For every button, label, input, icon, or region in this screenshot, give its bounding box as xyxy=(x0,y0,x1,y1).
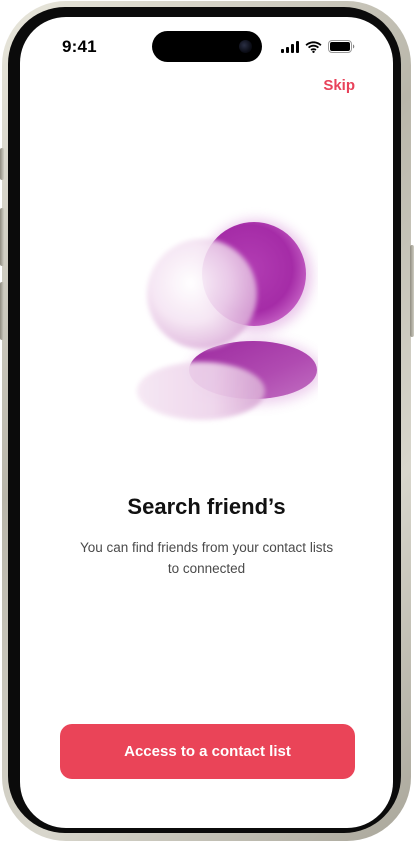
front-camera-icon xyxy=(239,40,252,53)
volume-down-button xyxy=(0,282,4,340)
onboarding-description: You can find friends from your contact l… xyxy=(60,537,353,579)
action-button xyxy=(0,148,4,180)
access-contact-list-button[interactable]: Access to a contact list xyxy=(60,724,355,779)
onboarding-illustration xyxy=(137,220,318,420)
onboarding-title: Search friend’s xyxy=(127,494,286,519)
power-button xyxy=(410,245,414,337)
battery-icon xyxy=(328,40,355,53)
status-icons xyxy=(281,40,355,53)
volume-up-button xyxy=(0,208,4,266)
light-sphere xyxy=(147,239,257,349)
app-screen: 9:41 Skip Search friend’s You can find f… xyxy=(20,17,393,828)
cellular-signal-icon xyxy=(281,40,299,53)
status-time: 9:41 xyxy=(62,37,97,56)
light-disc xyxy=(137,362,265,420)
onboarding-description-line-1: You can find friends from your contact l… xyxy=(79,540,334,555)
wifi-icon xyxy=(305,40,322,53)
dynamic-island xyxy=(152,31,262,62)
onboarding-description-line-2: to connected xyxy=(167,561,246,576)
skip-button[interactable]: Skip xyxy=(323,77,355,94)
